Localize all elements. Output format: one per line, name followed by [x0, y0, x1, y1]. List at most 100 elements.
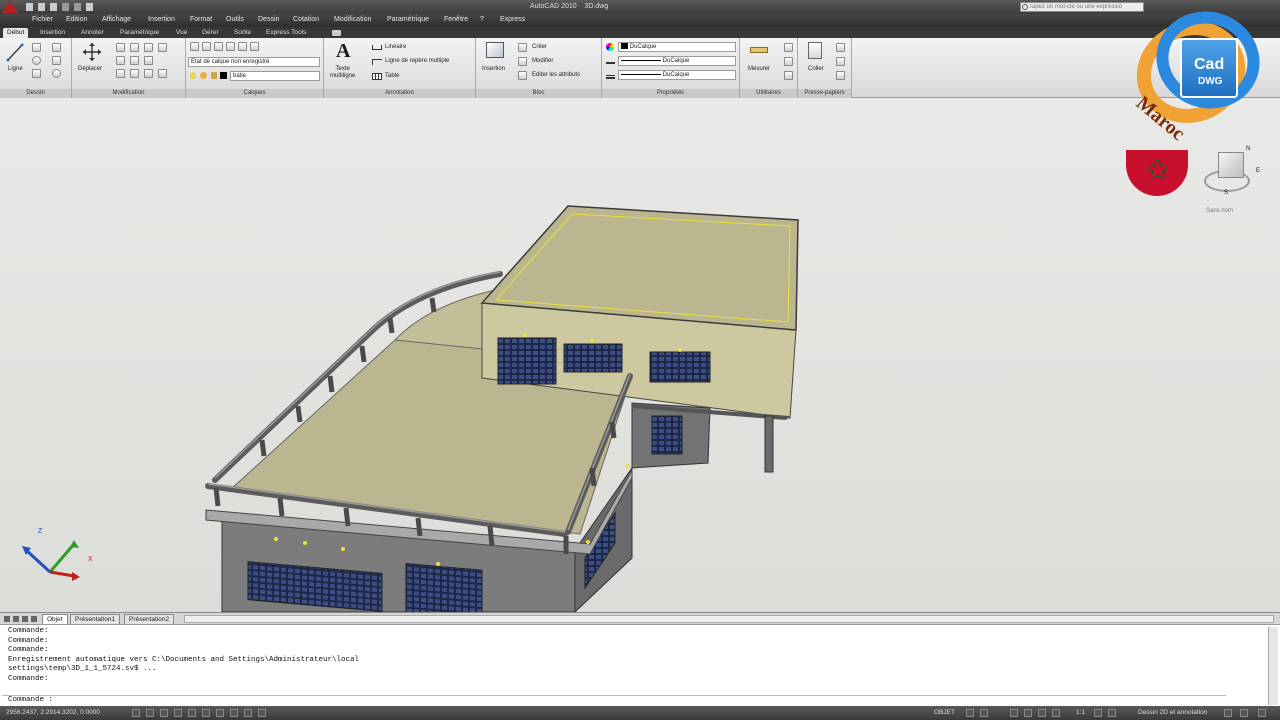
menu-fichier[interactable]: Fichier: [32, 16, 53, 23]
redo-icon[interactable]: [74, 3, 81, 11]
panel-annotation-label[interactable]: Annotation: [324, 89, 475, 98]
layer-off-icon[interactable]: [238, 42, 247, 51]
save-icon[interactable]: [50, 3, 57, 11]
cut-icon[interactable]: [836, 43, 845, 52]
menu-dessin[interactable]: Dessin: [258, 16, 279, 23]
quick-access-toolbar[interactable]: [26, 3, 146, 11]
coordinates-readout[interactable]: 2956.2437, 2.2914.3202, 0.0000: [6, 708, 100, 718]
otrack-icon[interactable]: [202, 709, 210, 717]
mtext-label[interactable]: Texte multiligne: [330, 66, 355, 80]
tab-gerer[interactable]: Gérer: [198, 28, 223, 38]
array-icon[interactable]: [144, 69, 153, 78]
autoscale-icon[interactable]: [1108, 709, 1116, 717]
paste-label[interactable]: Coller: [808, 66, 824, 72]
plot-icon[interactable]: [86, 3, 93, 11]
command-input[interactable]: [62, 696, 1162, 705]
menu-affichage[interactable]: Affichage: [102, 16, 131, 23]
ducs-icon[interactable]: [216, 709, 224, 717]
lightbulb-icon[interactable]: [190, 72, 196, 79]
open-icon[interactable]: [38, 3, 45, 11]
tab-objet[interactable]: Objet: [42, 614, 68, 624]
annotation-visibility-icon[interactable]: [1094, 709, 1102, 717]
snap-icon[interactable]: [132, 709, 140, 717]
undo-icon[interactable]: [62, 3, 69, 11]
workspace-switch[interactable]: Dessin 2D et annotation: [1138, 708, 1207, 718]
mirror-icon[interactable]: [116, 56, 125, 65]
steeringwheel-icon[interactable]: [1038, 709, 1046, 717]
quick-props-icon[interactable]: [258, 709, 266, 717]
layer-color-swatch[interactable]: [220, 72, 227, 79]
pan-icon[interactable]: [1010, 709, 1018, 717]
dyn-icon[interactable]: [230, 709, 238, 717]
table-icon[interactable]: [372, 73, 382, 80]
zoom-icon[interactable]: [1024, 709, 1032, 717]
horizontal-scrollbar[interactable]: [184, 615, 1274, 623]
arc-icon[interactable]: [32, 69, 41, 78]
erase-icon[interactable]: [158, 43, 167, 52]
current-layer-dropdown[interactable]: batie: [230, 71, 320, 81]
quick-select-icon[interactable]: [784, 43, 793, 52]
menu-help[interactable]: ?: [480, 16, 484, 23]
panel-modification-label[interactable]: Modification: [72, 89, 185, 98]
offset-icon[interactable]: [158, 69, 167, 78]
menu-format[interactable]: Format: [190, 16, 212, 23]
edit-block-icon[interactable]: [518, 57, 527, 66]
layer-state-dropdown[interactable]: Etat de calque non enregistré: [188, 57, 320, 67]
sun-icon[interactable]: [200, 72, 207, 79]
command-vertical-scrollbar[interactable]: [1268, 627, 1278, 705]
nav-next-icon[interactable]: [22, 616, 28, 622]
calculator-icon[interactable]: [784, 57, 793, 66]
tab-presentation1[interactable]: Présentation1: [70, 614, 121, 624]
panel-presse-papiers-label[interactable]: Presse-papiers: [798, 89, 851, 98]
trim-icon[interactable]: [144, 43, 153, 52]
ellipse-icon[interactable]: [52, 69, 61, 78]
nav-prev-icon[interactable]: [13, 616, 19, 622]
quick-view-layouts-icon[interactable]: [966, 709, 974, 717]
tab-express-tools[interactable]: Express Tools: [262, 28, 310, 38]
lineweight-toggle-icon[interactable]: [244, 709, 252, 717]
quick-view-drawings-icon[interactable]: [980, 709, 988, 717]
clean-screen-icon[interactable]: [1258, 709, 1266, 717]
panel-calques-label[interactable]: Calques: [186, 89, 323, 98]
tab-insertion[interactable]: Insertion: [36, 28, 69, 38]
lock-icon[interactable]: [211, 72, 217, 79]
layer-properties-icon[interactable]: [190, 42, 199, 51]
showmotion-icon[interactable]: [1052, 709, 1060, 717]
model-space-toggle[interactable]: OBJET: [934, 708, 955, 718]
insert-block-icon[interactable]: [486, 42, 504, 58]
layer-match-icon[interactable]: [226, 42, 235, 51]
osnap-icon[interactable]: [188, 709, 196, 717]
nav-last-icon[interactable]: [31, 616, 37, 622]
layer-lock-icon[interactable]: [250, 42, 259, 51]
move-label[interactable]: Déplacer: [78, 66, 102, 72]
search-icon[interactable]: [1022, 4, 1028, 10]
isolate-objects-icon[interactable]: [1240, 709, 1248, 717]
view-name-label[interactable]: Sans nom: [1206, 208, 1233, 214]
new-icon[interactable]: [26, 3, 33, 11]
copy-icon[interactable]: [116, 43, 125, 52]
edit-attributes-icon[interactable]: [518, 71, 527, 80]
measure-icon[interactable]: [750, 47, 768, 53]
polyline-icon[interactable]: [32, 43, 41, 52]
paste-icon[interactable]: [808, 42, 822, 59]
autocad-logo-icon[interactable]: [2, 1, 18, 13]
menu-outils[interactable]: Outils: [226, 16, 244, 23]
match-prop-icon[interactable]: [836, 71, 845, 80]
tab-debut[interactable]: Début: [3, 28, 29, 38]
menu-parametrique[interactable]: Paramétrique: [387, 16, 429, 23]
color-wheel-icon[interactable]: [606, 43, 614, 51]
stretch-icon[interactable]: [116, 69, 125, 78]
building-3d-model[interactable]: [0, 98, 1280, 612]
menu-insertion[interactable]: Insertion: [148, 16, 175, 23]
copy-clip-icon[interactable]: [836, 57, 845, 66]
menu-modification[interactable]: Modification: [334, 16, 371, 23]
lineweight-icon[interactable]: [606, 75, 615, 79]
command-input-row[interactable]: Commande :: [2, 695, 1226, 705]
menu-fenetre[interactable]: Fenêtre: [444, 16, 468, 23]
menu-express[interactable]: Express: [500, 16, 525, 23]
modify-label[interactable]: Modifier: [532, 58, 553, 64]
search-input[interactable]: [1021, 3, 1131, 11]
tab-vue[interactable]: Vue: [172, 28, 191, 38]
rotate-icon[interactable]: [130, 43, 139, 52]
create-label[interactable]: Créer: [532, 44, 547, 50]
